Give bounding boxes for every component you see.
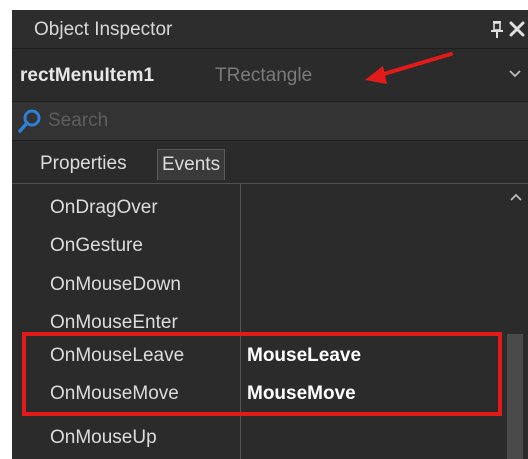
event-row-onmouseup[interactable]: OnMouseUp (12, 420, 502, 458)
event-name: OnDragOver (50, 197, 158, 218)
chevron-down-icon[interactable] (508, 69, 522, 79)
event-row-onmousedown[interactable]: OnMouseDown (12, 267, 502, 305)
object-name: rectMenuItem1 (20, 65, 155, 86)
event-name: OnGesture (50, 235, 143, 256)
panel-title: Object Inspector (34, 19, 173, 40)
vertical-scrollbar[interactable] (502, 184, 528, 459)
event-name: OnMouseMove (50, 383, 179, 404)
event-name: OnMouseDown (50, 274, 181, 295)
event-name: OnMouseLeave (50, 345, 185, 366)
event-row-onmousemove[interactable]: OnMouseMove MouseMove (12, 376, 502, 414)
close-icon[interactable] (509, 21, 525, 37)
event-name: OnMouseEnter (50, 312, 178, 333)
event-row-onmouseleave[interactable]: OnMouseLeave MouseLeave (12, 338, 502, 376)
event-row-ongesture[interactable]: OnGesture (12, 228, 502, 266)
tab-bar: Properties Events (12, 141, 528, 184)
object-type: TRectangle (215, 65, 313, 86)
annotation-arrow (365, 52, 453, 84)
search-input[interactable] (48, 106, 508, 136)
scrollbar-thumb[interactable] (507, 334, 523, 459)
title-bar: Object Inspector (12, 10, 528, 49)
tab-events[interactable]: Events (157, 149, 226, 180)
object-inspector-panel: Object Inspector rectMenuItem1 TRectangl… (12, 10, 528, 459)
chevron-up-icon[interactable] (509, 192, 523, 202)
event-name: OnMouseUp (50, 427, 157, 448)
search-bar (12, 102, 528, 141)
search-icon (18, 109, 41, 133)
tab-properties[interactable]: Properties (36, 149, 131, 179)
events-grid: OnDragOver OnGesture OnMouseDown OnMouse… (12, 184, 528, 459)
event-row-ondragover[interactable]: OnDragOver (12, 190, 502, 228)
event-handler[interactable]: MouseMove (247, 383, 356, 405)
pin-icon[interactable] (490, 20, 504, 38)
event-handler[interactable]: MouseLeave (247, 345, 361, 367)
